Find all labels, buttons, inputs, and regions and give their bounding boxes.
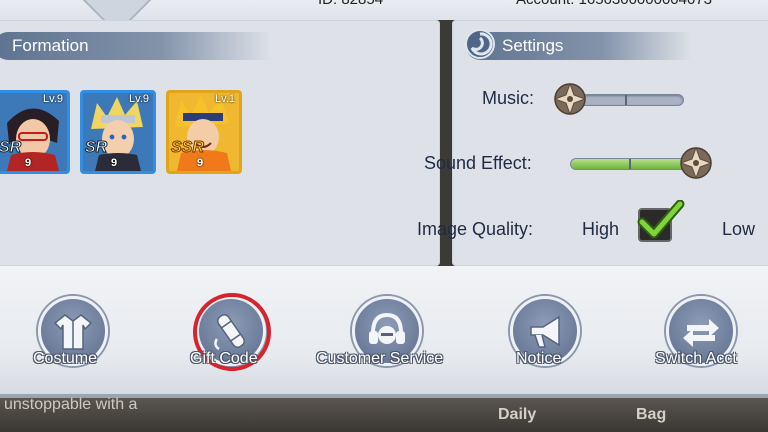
hero-level-3: Lv.1 bbox=[215, 93, 235, 105]
footer-bar: unstoppable with a Daily Bag bbox=[0, 396, 768, 432]
swap-arrows-icon bbox=[683, 319, 719, 347]
hero-card-1[interactable]: Lv.9 SR 9 bbox=[0, 90, 70, 174]
image-quality-low-option[interactable]: Low bbox=[722, 219, 755, 240]
player-id-text: ID: 82854 bbox=[318, 0, 383, 8]
music-slider-notch bbox=[625, 95, 627, 105]
hero-count-2: 9 bbox=[111, 157, 118, 169]
customer-service-label: Customer Service bbox=[316, 350, 444, 367]
robe-icon bbox=[53, 314, 93, 350]
switch-account-label: Switch Acct bbox=[655, 350, 737, 367]
image-quality-label: Image Quality: bbox=[417, 219, 534, 239]
hero-level-2: Lv.9 bbox=[129, 93, 149, 105]
hero-rank-3: SSR bbox=[171, 139, 205, 157]
costume-label: Costume bbox=[33, 350, 98, 367]
headset-icon bbox=[369, 312, 405, 344]
formation-panel: Formation Lv.9 SR 9 Lv.9 SR 9 Lv.1 SSR 9 bbox=[0, 20, 440, 266]
hero-card-3[interactable]: Lv.1 SSR 9 bbox=[166, 90, 242, 174]
formation-header: Formation bbox=[0, 32, 272, 60]
action-bar: Costume Gift Code Customer Service Notic… bbox=[0, 266, 768, 398]
settings-title: Settings bbox=[502, 36, 564, 55]
music-label: Music: bbox=[482, 88, 535, 108]
hero-count-3: 9 bbox=[197, 157, 204, 169]
hero-level-1: Lv.9 bbox=[43, 93, 63, 105]
hero-rank-1: SR bbox=[0, 139, 22, 157]
swirl-icon bbox=[465, 29, 495, 59]
footer-marquee-text: unstoppable with a bbox=[4, 396, 138, 413]
hero-rank-2: SR bbox=[84, 139, 108, 157]
hero-count-1: 9 bbox=[25, 157, 32, 169]
music-slider-handle[interactable] bbox=[553, 82, 587, 116]
check-icon bbox=[637, 200, 685, 239]
image-quality-high-option[interactable]: High bbox=[582, 219, 619, 240]
sound-effect-slider-notch bbox=[629, 159, 631, 169]
settings-screen: ID: 82854 Account: 1656300000004073 Form… bbox=[0, 0, 768, 432]
hero-card-2[interactable]: Lv.9 SR 9 bbox=[80, 90, 156, 174]
notice-label: Notice bbox=[516, 350, 562, 367]
top-info-strip: ID: 82854 Account: 1656300000004073 bbox=[0, 0, 768, 35]
account-id-text: Account: 1656300000004073 bbox=[516, 0, 712, 8]
footer-tab-daily[interactable]: Daily bbox=[498, 406, 536, 424]
sound-effect-slider-handle[interactable] bbox=[679, 146, 713, 180]
sound-effect-label: Sound Effect: bbox=[424, 153, 532, 173]
formation-title: Formation bbox=[12, 36, 89, 55]
megaphone-icon bbox=[530, 315, 560, 348]
footer-tab-bag[interactable]: Bag bbox=[636, 406, 666, 424]
music-slider[interactable] bbox=[570, 94, 684, 106]
settings-header: Settings bbox=[465, 29, 692, 60]
gift-code-label: Gift Code bbox=[190, 350, 258, 367]
